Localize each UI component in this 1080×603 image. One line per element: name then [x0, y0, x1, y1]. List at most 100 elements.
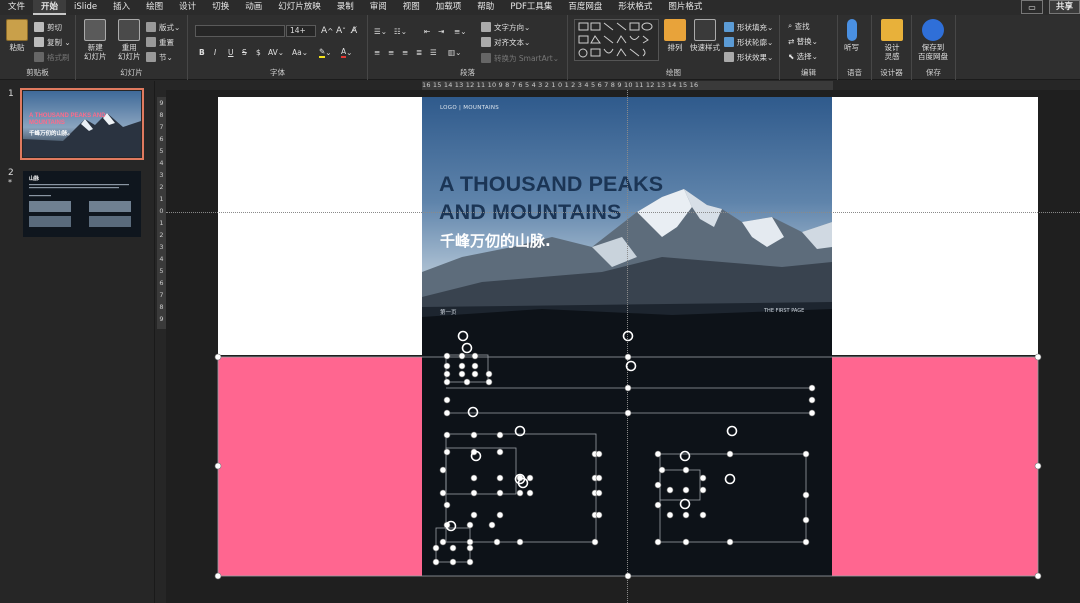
menu-tab[interactable]: 形状格式 — [610, 0, 660, 15]
find-label: 查找 — [794, 21, 810, 31]
horizontal-smart-guide — [166, 212, 1080, 213]
menubar-right: ▭ 共享 — [1020, 0, 1080, 15]
distribute-icon[interactable]: ☰ — [430, 46, 437, 58]
strikethrough-button[interactable]: S — [242, 46, 247, 58]
section-button[interactable]: 节 ⌄ — [146, 51, 173, 63]
dictate-button[interactable]: 听写 — [844, 19, 859, 52]
poster-title[interactable]: A THOUSAND PEAKS AND MOUNTAINS — [439, 170, 663, 226]
save-baidu-button[interactable]: 保存到 百度网盘 — [918, 19, 948, 61]
menu-tab[interactable]: 切换 — [204, 0, 237, 15]
scissors-icon — [34, 22, 44, 32]
layout-icon — [146, 22, 156, 32]
reset-icon — [146, 37, 156, 47]
vertical-ruler-tick: 3 — [159, 243, 164, 251]
arrange-button[interactable]: 排列 — [664, 19, 686, 52]
slide-thumbnail-2[interactable]: 山脉 — [23, 171, 141, 237]
layout-button[interactable]: 版式 ⌄ — [146, 21, 180, 33]
poster-first-label[interactable]: 第一页 — [440, 308, 457, 316]
paragraph-group-label: 段落 — [460, 68, 475, 77]
menu-tab[interactable]: 动画 — [237, 0, 270, 15]
shadow-button[interactable]: $ — [256, 46, 261, 58]
format-painter-button[interactable]: 格式刷 — [34, 51, 70, 63]
vertical-ruler-tick: 4 — [159, 255, 164, 263]
menu-tab[interactable]: 图片格式 — [660, 0, 710, 15]
italic-button[interactable]: I — [214, 46, 216, 58]
decrease-indent-icon[interactable]: ⇤ — [424, 25, 430, 37]
section-label: 节 — [159, 52, 167, 62]
menu-tab[interactable]: 插入 — [105, 0, 138, 15]
menu-tab[interactable]: 视图 — [395, 0, 428, 15]
menu-tab[interactable]: 文件 — [0, 0, 33, 15]
shape-outline-button[interactable]: 形状轮廓 ⌄ — [724, 36, 773, 48]
increase-indent-icon[interactable]: ⇥ — [438, 25, 444, 37]
cut-button[interactable]: 剪切 — [34, 21, 62, 33]
shape-fill-button[interactable]: 形状填充 ⌄ — [724, 21, 773, 33]
char-spacing-button[interactable]: AV⌄ — [268, 46, 284, 58]
design-ideas-icon — [881, 19, 903, 41]
quick-styles-button[interactable]: 快速样式 — [690, 19, 720, 52]
menu-tab[interactable]: 审阅 — [362, 0, 395, 15]
font-name-combo[interactable] — [195, 25, 285, 37]
underline-button[interactable]: U — [228, 46, 234, 58]
text-direction-button[interactable]: 文字方向 ⌄ — [481, 21, 530, 33]
menu-tab[interactable]: PDF工具集 — [502, 0, 560, 15]
new-slide-button[interactable]: 新建 幻灯片 — [84, 19, 107, 61]
paste-button[interactable]: 粘贴 — [6, 19, 28, 52]
smartart-button[interactable]: 转换为 SmartArt ⌄ — [481, 52, 559, 64]
bold-button[interactable]: B — [199, 46, 205, 58]
menu-tab[interactable]: 录制 — [329, 0, 362, 15]
vertical-ruler-tick: 6 — [159, 135, 164, 143]
reuse-slide-button[interactable]: 重用 幻灯片 — [118, 19, 141, 61]
replace-button[interactable]: ⇄ 替换 ⌄ — [788, 35, 818, 47]
clear-format-icon[interactable]: A̸ — [351, 25, 357, 37]
section-icon — [146, 52, 156, 62]
increase-font-icon[interactable]: A ^ — [321, 25, 333, 37]
reset-button[interactable]: 重置 — [146, 36, 174, 48]
decrease-font-icon[interactable]: Aˇ — [336, 25, 346, 37]
align-text-icon — [481, 37, 491, 47]
select-button[interactable]: ⬉ 选择 ⌄ — [788, 50, 818, 62]
vertical-ruler-tick: 1 — [159, 195, 164, 203]
save-group: 保存到 百度网盘 保存 — [912, 15, 956, 80]
smartart-icon — [481, 53, 491, 63]
menu-tab[interactable]: 绘图 — [138, 0, 171, 15]
change-case-button[interactable]: Aa⌄ — [292, 46, 308, 58]
microphone-icon — [846, 19, 857, 41]
shapes-gallery[interactable] — [574, 19, 659, 61]
justify-icon[interactable]: ≣ — [416, 46, 422, 58]
poster-page-label[interactable]: THE FIRST PAGE — [764, 308, 804, 314]
horizontal-ruler: 16 15 14 13 12 11 10 9 8 7 6 5 4 3 2 1 0… — [422, 81, 833, 90]
numbering-icon[interactable]: ☷⌄ — [394, 25, 407, 37]
align-text-label: 对齐文本 — [494, 37, 524, 47]
align-center-icon[interactable]: ≡ — [388, 46, 394, 58]
font-color-button[interactable]: A ⌄ — [341, 46, 352, 58]
menu-tab[interactable]: 开始 — [33, 0, 67, 15]
bullets-icon[interactable]: ☰⌄ — [374, 25, 387, 37]
poster-subtitle[interactable]: 千峰万仞的山脉. — [440, 230, 551, 251]
menu-tab[interactable]: 百度网盘 — [560, 0, 610, 15]
line-spacing-icon[interactable]: ≡⌄ — [454, 25, 467, 37]
menu-tab[interactable]: 帮助 — [469, 0, 502, 15]
menu-tab[interactable]: iSlide — [66, 0, 105, 15]
menu-tab[interactable]: 加载项 — [428, 0, 470, 15]
menu-tab[interactable]: 幻灯片放映 — [270, 0, 329, 15]
design-ideas-button[interactable]: 设计 灵感 — [881, 19, 903, 61]
thumbnail-star-icon: * — [8, 178, 12, 187]
editing-group: ⌕ 查找 ⇄ 替换 ⌄ ⬉ 选择 ⌄ 编辑 — [780, 15, 838, 80]
powerpoint-window: 文件 开始 iSlide 插入 绘图 设计 切换 动画 幻灯片放映 录制 审阅 视图 加载项 帮助 PDF工… — [0, 0, 1080, 603]
highlight-button[interactable]: ✎ ⌄ — [319, 46, 332, 58]
share-button[interactable]: 共享 — [1048, 0, 1080, 14]
shape-effects-button[interactable]: 形状效果 ⌄ — [724, 51, 773, 63]
arrange-label: 排列 — [667, 43, 683, 52]
comment-icon[interactable]: ▭ — [1020, 0, 1043, 14]
align-left-icon[interactable]: ≡ — [374, 46, 380, 58]
align-text-button[interactable]: 对齐文本 ⌄ — [481, 36, 530, 48]
poster-logo-text[interactable]: LOGO | MOUNTAINS — [440, 105, 499, 111]
copy-button[interactable]: 复制 ⌄ — [34, 36, 71, 48]
columns-icon[interactable]: ▥⌄ — [448, 46, 461, 58]
font-size-combo[interactable]: 14+ — [286, 25, 316, 37]
menu-tab[interactable]: 设计 — [171, 0, 204, 15]
find-button[interactable]: ⌕ 查找 — [788, 20, 810, 32]
slide-thumbnail-1[interactable]: A THOUSAND PEAKS AND MOUNTAINS 千峰万仞的山脉。 — [20, 88, 144, 160]
align-right-icon[interactable]: ≡ — [402, 46, 408, 58]
